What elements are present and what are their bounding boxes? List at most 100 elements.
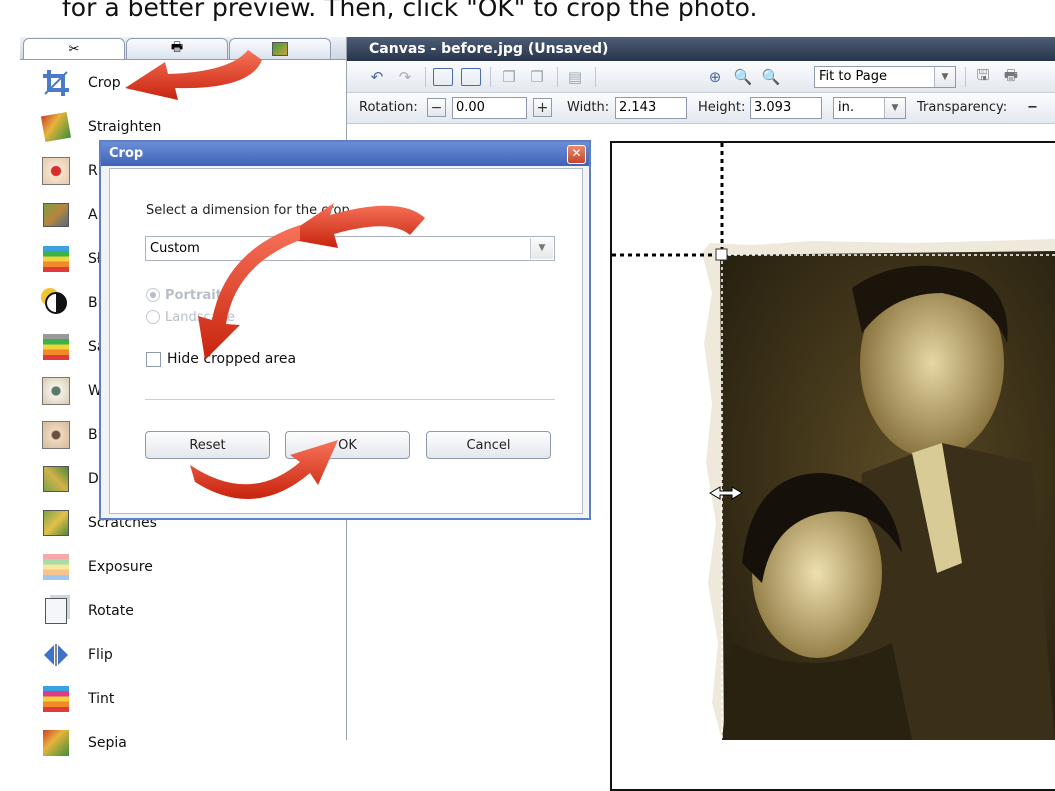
close-button[interactable]: ✕ <box>567 145 586 164</box>
unit-value: in. <box>838 100 854 115</box>
paste-button[interactable]: ❐ <box>525 66 549 88</box>
hide-cropped-label: Hide cropped area <box>167 351 297 367</box>
crop-icon <box>40 67 72 99</box>
copy-icon: ❐ <box>502 68 516 86</box>
tool-label: Tint <box>88 691 115 707</box>
dimension-prompt: Select a dimension for the crop <box>146 203 350 218</box>
tool-label: A <box>88 207 98 223</box>
rotate-icon <box>40 595 72 627</box>
width-input[interactable]: 2.143 <box>615 97 687 119</box>
saturation-icon <box>40 331 72 363</box>
redo-button[interactable]: ↷ <box>393 66 417 88</box>
rotation-decrease-button[interactable]: − <box>427 98 446 117</box>
portrait-radio[interactable]: Portrait <box>146 286 346 304</box>
dialog-title-text: Crop <box>109 146 144 161</box>
radio-empty-icon <box>146 310 160 324</box>
reset-button[interactable]: Reset <box>145 431 270 459</box>
dust-icon <box>40 463 72 495</box>
crop-dialog: Crop ✕ Select a dimension for the crop C… <box>99 140 591 520</box>
tool-label: R <box>88 163 98 179</box>
print-button[interactable]: 🖶 <box>999 66 1023 88</box>
rotate-right-icon <box>461 68 481 86</box>
chevron-down-icon: ▼ <box>530 238 553 259</box>
ok-button[interactable]: OK <box>285 431 410 459</box>
zoom-fit-icon: ⊕ <box>708 68 722 86</box>
tool-label: Crop <box>88 75 121 91</box>
exposure-icon <box>40 551 72 583</box>
printer-icon: 🖶 <box>1003 65 1019 84</box>
height-input[interactable]: 3.093 <box>750 97 822 119</box>
canvas-toolbar: ↶ ↷ ❐ ❐ ▤ ⊕ 🔍 🔍 Fit to Page ▼ 🖫 🖶 <box>347 62 1055 93</box>
sepia-icon <box>40 727 72 759</box>
rotate-left-icon <box>433 68 453 86</box>
paste-icon: ❐ <box>530 68 544 86</box>
landscape-radio[interactable]: Landscape <box>146 308 346 326</box>
straighten-icon <box>40 111 72 143</box>
redo-icon: ↷ <box>398 68 412 86</box>
tool-label: Sepia <box>88 735 127 751</box>
width-label: Width: <box>567 100 610 115</box>
flip-icon <box>40 639 72 671</box>
tool-sepia[interactable]: Sepia <box>20 721 346 765</box>
tool-crop[interactable]: Crop <box>20 61 346 105</box>
tab-tools[interactable]: ✂ <box>23 38 125 59</box>
adjust-icon <box>40 199 72 231</box>
align-icon: ▤ <box>567 68 583 86</box>
tab-print[interactable]: 🖶 <box>126 38 228 59</box>
cancel-button[interactable]: Cancel <box>426 431 551 459</box>
zoom-out-button[interactable]: 🔍 <box>759 66 783 88</box>
tool-rotate[interactable]: Rotate <box>20 589 346 633</box>
transparency-label: Transparency: <box>917 100 1008 115</box>
tool-flip[interactable]: Flip <box>20 633 346 677</box>
portrait-label: Portrait <box>165 287 222 303</box>
save-button[interactable]: 🖫 <box>971 66 995 88</box>
save-icon: 🖫 <box>976 65 990 84</box>
checkbox-icon <box>146 351 161 367</box>
dialog-divider <box>145 399 555 400</box>
zoom-in-button[interactable]: 🔍 <box>731 66 755 88</box>
landscape-label: Landscape <box>165 309 235 325</box>
instruction-text: for a better preview. Then, click "OK" t… <box>62 0 758 22</box>
sepia-photo[interactable] <box>612 143 1055 740</box>
tool-exposure[interactable]: Exposure <box>20 545 346 589</box>
rotate-left-button[interactable] <box>431 66 455 88</box>
plus-icon: + <box>536 99 549 116</box>
zoom-out-icon: 🔍 <box>761 68 781 86</box>
blemish-icon <box>40 419 72 451</box>
undo-icon: ↶ <box>370 68 384 86</box>
tool-label: Rotate <box>88 603 134 619</box>
tool-label: Straighten <box>88 119 162 135</box>
rotation-label: Rotation: <box>359 100 418 115</box>
dimension-select[interactable]: Custom ▼ <box>145 236 555 261</box>
minus-icon: − <box>430 99 443 116</box>
rotation-input[interactable]: 0.00 <box>452 97 527 119</box>
tab-image[interactable] <box>229 38 331 59</box>
sharpen-icon <box>40 243 72 275</box>
tool-tint[interactable]: Tint <box>20 677 346 721</box>
red-eye-icon <box>40 155 72 187</box>
height-label: Height: <box>698 100 746 115</box>
align-button[interactable]: ▤ <box>563 66 587 88</box>
zoom-fit-button[interactable]: ⊕ <box>703 66 727 88</box>
tool-label: Flip <box>88 647 113 663</box>
tools-icon: ✂ <box>68 41 80 57</box>
rotation-increase-button[interactable]: + <box>533 98 552 117</box>
image-icon <box>272 42 288 56</box>
hide-cropped-checkbox[interactable]: Hide cropped area <box>146 350 296 368</box>
tool-label: Exposure <box>88 559 153 575</box>
dimension-value: Custom <box>150 241 200 256</box>
tool-label: D <box>88 471 99 487</box>
dialog-body: Select a dimension for the crop Custom ▼… <box>109 168 583 514</box>
copy-button[interactable]: ❐ <box>497 66 521 88</box>
tint-icon <box>40 683 72 715</box>
radio-selected-icon <box>146 288 160 302</box>
zoom-select[interactable]: Fit to Page ▼ <box>814 66 956 88</box>
chevron-down-icon: ▼ <box>884 98 905 118</box>
undo-button[interactable]: ↶ <box>365 66 389 88</box>
chevron-down-icon: ▼ <box>934 67 955 87</box>
zoom-in-icon: 🔍 <box>733 68 753 86</box>
transparency-slider[interactable]: − <box>1027 93 1038 123</box>
panel-tabs: ✂ 🖶 <box>20 37 346 60</box>
rotate-right-button[interactable] <box>459 66 483 88</box>
unit-select[interactable]: in. ▼ <box>833 97 906 119</box>
